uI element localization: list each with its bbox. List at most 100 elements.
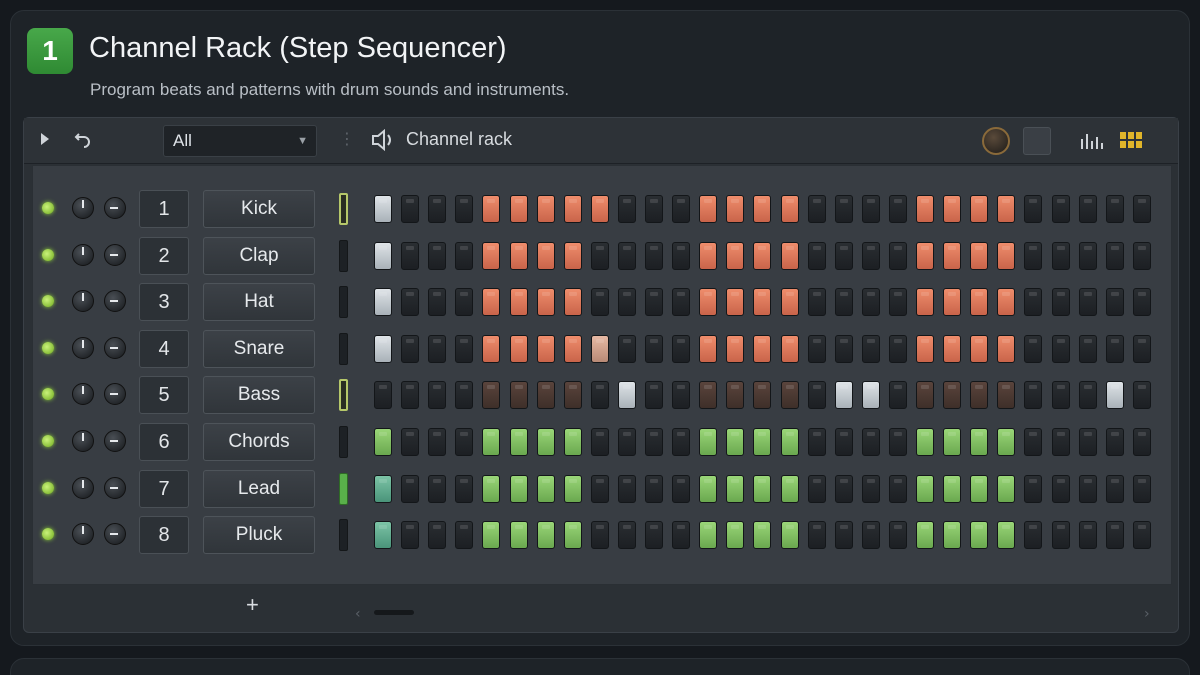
step-button[interactable] [1078, 428, 1097, 456]
step-button[interactable] [509, 241, 528, 270]
channel-name-button[interactable]: Snare [203, 329, 315, 368]
step-button[interactable] [509, 288, 528, 317]
step-button[interactable] [1051, 334, 1070, 363]
step-button[interactable] [428, 474, 447, 503]
step-button[interactable] [590, 521, 609, 550]
channel-mute-led[interactable] [42, 248, 54, 261]
step-button[interactable] [753, 428, 772, 456]
channel-name-button[interactable]: Lead [203, 469, 315, 508]
step-button[interactable] [780, 288, 799, 317]
step-button[interactable] [401, 195, 420, 223]
step-button[interactable] [834, 521, 853, 550]
step-button[interactable] [374, 334, 392, 363]
step-button[interactable] [1105, 428, 1124, 456]
step-button[interactable] [563, 288, 582, 317]
channel-select-indicator[interactable] [339, 239, 348, 272]
step-button[interactable] [401, 521, 420, 550]
step-button[interactable] [888, 474, 907, 503]
step-button[interactable] [1105, 521, 1124, 550]
step-button[interactable] [455, 474, 474, 503]
step-button[interactable] [455, 288, 474, 317]
step-button[interactable] [374, 288, 392, 317]
step-button[interactable] [482, 241, 501, 270]
horizontal-scrollbar[interactable] [374, 610, 414, 615]
step-button[interactable] [617, 474, 636, 503]
step-button[interactable] [645, 474, 663, 503]
step-button[interactable] [943, 288, 962, 317]
step-button[interactable] [563, 521, 582, 550]
step-button[interactable] [509, 521, 528, 550]
step-button[interactable] [482, 381, 501, 410]
step-button[interactable] [672, 241, 691, 270]
channel-pan-knob[interactable] [104, 476, 126, 499]
step-button[interactable] [509, 195, 528, 223]
step-button[interactable] [834, 381, 853, 410]
step-button[interactable] [699, 381, 718, 410]
step-button[interactable] [807, 428, 826, 456]
step-button[interactable] [861, 521, 880, 550]
step-button[interactable] [970, 381, 989, 410]
undo-icon[interactable] [74, 130, 92, 152]
step-button[interactable] [536, 195, 555, 223]
channel-mute-led[interactable] [42, 295, 54, 308]
step-button[interactable] [970, 521, 989, 550]
step-button[interactable] [753, 288, 772, 317]
step-button[interactable] [726, 288, 745, 317]
step-button[interactable] [997, 474, 1016, 503]
step-button[interactable] [699, 241, 718, 270]
step-button[interactable] [536, 241, 555, 270]
step-button[interactable] [672, 521, 691, 550]
channel-mute-led[interactable] [42, 528, 54, 541]
step-button[interactable] [888, 381, 907, 410]
channel-volume-knob[interactable] [72, 523, 94, 546]
step-button[interactable] [726, 521, 745, 550]
channel-volume-knob[interactable] [72, 290, 94, 313]
step-button[interactable] [455, 195, 474, 223]
step-button[interactable] [672, 288, 691, 317]
step-button[interactable] [590, 428, 609, 456]
step-button[interactable] [401, 334, 420, 363]
step-button[interactable] [834, 474, 853, 503]
step-button[interactable] [834, 334, 853, 363]
step-button[interactable] [970, 334, 989, 363]
step-button[interactable] [617, 521, 636, 550]
step-button[interactable] [645, 521, 663, 550]
step-button[interactable] [482, 521, 501, 550]
channel-name-button[interactable]: Kick [203, 190, 315, 228]
step-button[interactable] [726, 428, 745, 456]
step-button[interactable] [1051, 521, 1070, 550]
channel-volume-knob[interactable] [72, 383, 94, 406]
step-button[interactable] [834, 288, 853, 317]
channel-name-button[interactable]: Chords [203, 423, 315, 461]
step-button[interactable] [672, 474, 691, 503]
step-button[interactable] [997, 195, 1016, 223]
step-button[interactable] [428, 381, 447, 410]
step-button[interactable] [563, 381, 582, 410]
channel-select-indicator[interactable] [339, 519, 348, 552]
step-button[interactable] [1024, 195, 1043, 223]
step-button[interactable] [943, 195, 962, 223]
step-button[interactable] [861, 334, 880, 363]
step-button[interactable] [1051, 474, 1070, 503]
channel-pan-knob[interactable] [104, 430, 126, 452]
channel-volume-knob[interactable] [72, 476, 94, 499]
step-button[interactable] [1132, 241, 1151, 270]
step-button[interactable] [861, 195, 880, 223]
step-button[interactable] [943, 241, 962, 270]
step-button[interactable] [916, 195, 934, 223]
channel-mute-led[interactable] [42, 481, 54, 494]
step-button[interactable] [1132, 195, 1151, 223]
step-button[interactable] [617, 381, 636, 410]
channel-pan-knob[interactable] [104, 197, 126, 219]
step-button[interactable] [807, 334, 826, 363]
step-button[interactable] [509, 334, 528, 363]
step-button[interactable] [1105, 334, 1124, 363]
step-button[interactable] [780, 195, 799, 223]
step-button[interactable] [970, 241, 989, 270]
channel-name-button[interactable]: Bass [203, 376, 315, 415]
step-button[interactable] [970, 474, 989, 503]
step-button[interactable] [455, 381, 474, 410]
step-button[interactable] [699, 334, 718, 363]
step-button[interactable] [590, 195, 609, 223]
step-button[interactable] [428, 241, 447, 270]
